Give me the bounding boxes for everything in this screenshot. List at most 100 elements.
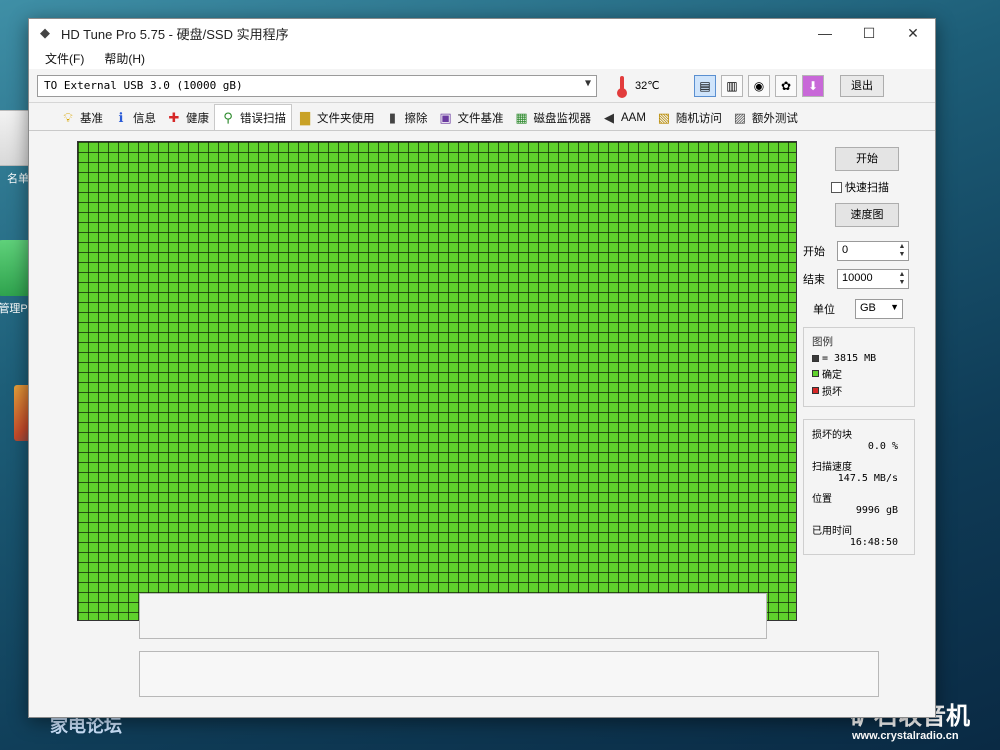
exit-button[interactable]: 退出: [840, 74, 884, 97]
window-title: HD Tune Pro 5.75 - 硬盘/SSD 实用程序: [61, 26, 289, 42]
camera-icon[interactable]: ◉: [748, 74, 770, 97]
chevron-down-icon: ▼: [890, 302, 899, 312]
end-label: 结束: [803, 274, 825, 286]
log-box: [139, 651, 879, 697]
monitor-icon: ▦: [515, 110, 528, 125]
unit-row: 单位 GB ▼: [803, 299, 915, 319]
info-icon: ℹ: [118, 110, 124, 125]
close-button[interactable]: ✕: [891, 19, 935, 47]
chevron-down-icon: ▼: [584, 77, 591, 89]
tab-benchmark[interactable]: 💡︎ 基准: [55, 106, 108, 130]
tab-label: 磁盘监视器: [533, 113, 592, 125]
title-bar: ◆ HD Tune Pro 5.75 - 硬盘/SSD 实用程序 — ☐ ✕: [29, 19, 935, 47]
unit-select[interactable]: GB ▼: [855, 299, 903, 319]
drive-select[interactable]: TO External USB 3.0 (10000 gB) ▼: [37, 74, 597, 97]
tab-erase[interactable]: ▮ 擦除: [380, 106, 433, 130]
download-arrow-icon[interactable]: ⬇: [802, 74, 824, 97]
spin-arrows-icon[interactable]: ▲ ▼: [897, 271, 907, 287]
block-map: [77, 141, 797, 621]
tab-bar: 💡︎ 基准 ℹ 信息 ✚ 健康 ⚲ 错误扫描 ▇ 文件夹使用 ▮ 擦除 ▣ 文件基准 ▦ 磁盘监…: [29, 103, 935, 131]
tab-label: 擦除: [404, 113, 428, 125]
tab-file-benchmark[interactable]: ▣ 文件基准: [433, 106, 509, 130]
start-row: 开始 0 ▲ ▼: [803, 241, 915, 261]
copy-text-icon[interactable]: ▤: [694, 74, 716, 97]
quick-scan-checkbox-row[interactable]: 快速扫描: [831, 179, 915, 195]
legend-title: 图例: [812, 336, 833, 348]
error-scan-panel: 开始 快速扫描 速度图 开始 0 ▲ ▼ 结束 10000 ▲ ▼ 单位 GB …: [29, 131, 935, 717]
options-icon[interactable]: ✿: [775, 74, 797, 97]
app-window: ◆ HD Tune Pro 5.75 - 硬盘/SSD 实用程序 — ☐ ✕ 文…: [28, 18, 936, 718]
tab-health[interactable]: ✚ 健康: [161, 106, 214, 130]
file-benchmark-icon: ▣: [439, 110, 452, 125]
scan-settings-panel: 开始 快速扫描 速度图 开始 0 ▲ ▼ 结束 10000 ▲ ▼ 单位 GB …: [803, 137, 915, 555]
tab-disk-monitor[interactable]: ▦ 磁盘监视器: [509, 106, 597, 130]
legend-bad: 损坏: [812, 383, 906, 398]
legend-block-size: = 3815 MB: [812, 353, 906, 364]
elapsed-time-value: 16:48:50: [849, 537, 898, 548]
menu-bar: 文件(F) 帮助(H): [29, 47, 935, 69]
start-label: 开始: [803, 246, 825, 258]
tab-aam[interactable]: ◀ AAM: [596, 106, 651, 130]
tab-label: 信息: [133, 113, 156, 125]
hdtune-app-icon: ◆: [40, 25, 50, 40]
end-row: 结束 10000 ▲ ▼: [803, 269, 915, 289]
speaker-icon: ◀: [604, 110, 614, 125]
bad-blocks-value: 0.0 %: [867, 441, 898, 452]
tab-label: 额外测试: [751, 113, 798, 125]
speed-map-button[interactable]: 速度图: [835, 203, 899, 227]
thermometer-icon: [615, 75, 629, 98]
legend-block-text: = 3815 MB: [822, 353, 877, 364]
tab-label: AAM: [621, 112, 646, 124]
spin-arrows-icon[interactable]: ▲ ▼: [897, 243, 907, 259]
tab-folder-usage[interactable]: ▇ 文件夹使用: [292, 106, 380, 130]
lightbulb-icon: 💡︎: [63, 110, 73, 125]
tab-error-scan[interactable]: ⚲ 错误扫描: [214, 104, 292, 130]
elapsed-time-label: 已用时间: [812, 526, 852, 537]
extra-test-icon: ▨: [733, 110, 747, 125]
watermark-url: www.crystalradio.cn: [852, 730, 959, 742]
menu-file[interactable]: 文件(F): [35, 50, 94, 67]
minimize-button[interactable]: —: [803, 19, 847, 47]
start-value: 0: [842, 244, 849, 256]
health-cross-icon: ✚: [168, 110, 180, 125]
tab-label: 随机访问: [675, 113, 722, 125]
maximize-button[interactable]: ☐: [847, 19, 891, 47]
unit-label: 单位: [813, 304, 835, 316]
tab-label: 文件基准: [457, 113, 504, 125]
scan-speed-label: 扫描速度: [812, 462, 852, 473]
copy-clipboard-icon[interactable]: ▥: [721, 74, 743, 97]
end-input[interactable]: 10000 ▲ ▼: [837, 269, 909, 289]
tab-label: 文件夹使用: [317, 113, 375, 125]
tab-random-access[interactable]: ▧ 随机访问: [651, 106, 727, 130]
legend-bad-swatch: [812, 387, 819, 394]
menu-help[interactable]: 帮助(H): [94, 50, 155, 67]
bad-blocks-label: 损坏的块: [812, 430, 852, 441]
quick-scan-checkbox[interactable]: [831, 181, 842, 193]
tab-label: 基准: [80, 113, 103, 125]
tab-extra-tests[interactable]: ▨ 额外测试: [727, 106, 803, 130]
trash-icon: ▮: [388, 110, 397, 125]
scan-speed-value: 147.5 MB/s: [837, 473, 898, 484]
random-icon: ▧: [657, 110, 671, 125]
legend-bad-text: 损坏: [822, 387, 842, 398]
legend-ok-text: 确定: [822, 370, 842, 381]
unit-value: GB: [860, 302, 876, 314]
end-value: 10000: [842, 272, 873, 284]
start-scan-button[interactable]: 开始: [835, 147, 899, 171]
temperature-readout: 32℃: [635, 80, 660, 92]
quick-scan-label: 快速扫描: [845, 182, 889, 194]
folder-icon: ▇: [300, 110, 310, 125]
legend-block-swatch: [812, 355, 819, 362]
legend-ok: 确定: [812, 366, 906, 381]
tab-info[interactable]: ℹ 信息: [108, 106, 161, 130]
tab-label: 健康: [186, 113, 209, 125]
start-input[interactable]: 0 ▲ ▼: [837, 241, 909, 261]
position-label: 位置: [812, 494, 832, 505]
position-value: 9996 gB: [855, 505, 898, 516]
drive-select-value: TO External USB 3.0 (10000 gB): [44, 78, 243, 92]
toolbar: TO External USB 3.0 (10000 gB) ▼ 32℃ ▤ ▥…: [29, 69, 935, 103]
statistics-group: 损坏的块 0.0 % 扫描速度 147.5 MB/s 位置 9996 gB 已用…: [803, 419, 915, 555]
magnifier-icon: ⚲: [223, 109, 233, 125]
legend-ok-swatch: [812, 370, 819, 377]
legend-group: 图例 = 3815 MB 确定 损坏: [803, 327, 915, 407]
